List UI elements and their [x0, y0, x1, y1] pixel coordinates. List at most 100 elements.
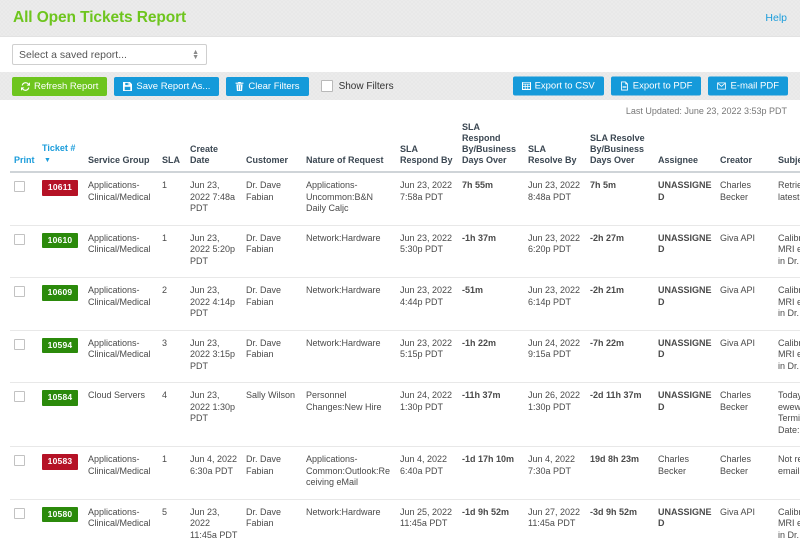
table-row[interactable]: 10583Applications-Clinical/Medical1Jun 4…: [10, 447, 800, 500]
column-header-create-date[interactable]: Create Date: [186, 122, 242, 172]
sla-resolve-days-over-cell: -2h 27m: [586, 225, 654, 278]
column-header-assignee[interactable]: Assignee: [654, 122, 716, 172]
print-checkbox[interactable]: [14, 455, 25, 466]
sla-resolve-by-cell: Jun 23, 2022 6:14p PDT: [524, 278, 586, 331]
trash-icon: [235, 82, 244, 91]
ticket-number-cell: 10580: [38, 499, 84, 544]
show-filters-group[interactable]: Show Filters: [321, 80, 394, 92]
column-header-sla-resolve-business-days-over[interactable]: SLA Resolve By/Business Days Over: [586, 122, 654, 172]
saved-report-value: Select a saved report...: [19, 49, 127, 61]
sla-resolve-by-cell: Jun 27, 2022 11:45a PDT: [524, 499, 586, 544]
clear-filters-label: Clear Filters: [248, 81, 299, 92]
column-header-sla-respond-by[interactable]: SLA Respond By: [396, 122, 458, 172]
table-body: 10611Applications-Clinical/Medical1Jun 2…: [10, 172, 800, 544]
export-to-csv-label: Export to CSV: [535, 81, 595, 92]
assignee-cell: UNASSIGNED: [654, 330, 716, 383]
create-date-cell: Jun 23, 2022 11:45a PDT: [186, 499, 242, 544]
create-date-cell: Jun 23, 2022 4:14p PDT: [186, 278, 242, 331]
spinner-arrows-icon[interactable]: ▲▼: [192, 50, 199, 60]
report-toolbar: Refresh Report Save Report As... Clear F…: [0, 72, 800, 100]
column-header-ticket-number[interactable]: Ticket # ▼: [38, 122, 84, 172]
table-header: Print Ticket # ▼ Service Group SLA Create…: [10, 122, 800, 172]
customer-cell: Dr. Dave Fabian: [242, 499, 302, 544]
sla-resolve-by-cell: Jun 23, 2022 8:48a PDT: [524, 172, 586, 225]
subject-cell: Calibrate the MRI equipment in Dr. Fabia…: [774, 499, 800, 544]
customer-cell: Dr. Dave Fabian: [242, 225, 302, 278]
column-header-customer[interactable]: Customer: [242, 122, 302, 172]
subject-cell: Today's Date: ewew Hire or Termination D…: [774, 383, 800, 447]
table-row[interactable]: 10580Applications-Clinical/Medical5Jun 2…: [10, 499, 800, 544]
saved-report-select[interactable]: Select a saved report... ▲▼: [12, 44, 207, 65]
ticket-number-badge[interactable]: 10584: [42, 390, 78, 406]
sla-resolve-days-over-cell: -7h 22m: [586, 330, 654, 383]
show-filters-checkbox[interactable]: [321, 80, 333, 92]
service-group-cell: Applications-Clinical/Medical: [84, 172, 158, 225]
app-header: All Open Tickets Report Help: [0, 0, 800, 37]
print-cell: [10, 383, 38, 447]
sla-resolve-days-over-cell: -2h 21m: [586, 278, 654, 331]
print-checkbox[interactable]: [14, 181, 25, 192]
sort-desc-icon[interactable]: ▼: [44, 155, 51, 166]
service-group-cell: Applications-Clinical/Medical: [84, 225, 158, 278]
email-pdf-button[interactable]: E-mail PDF: [708, 77, 788, 96]
subject-cell: Not receiving emails: [774, 447, 800, 500]
sla-cell: 1: [158, 447, 186, 500]
service-group-cell: Applications-Clinical/Medical: [84, 330, 158, 383]
ticket-number-badge[interactable]: 10610: [42, 233, 78, 249]
page-title: All Open Tickets Report: [13, 9, 186, 27]
column-header-creator[interactable]: Creator: [716, 122, 774, 172]
create-date-cell: Jun 4, 2022 6:30a PDT: [186, 447, 242, 500]
table-row[interactable]: 10611Applications-Clinical/Medical1Jun 2…: [10, 172, 800, 225]
print-checkbox[interactable]: [14, 234, 25, 245]
table-row[interactable]: 10584Cloud Servers4Jun 23, 2022 1:30p PD…: [10, 383, 800, 447]
sla-respond-days-over-cell: -1h 22m: [458, 330, 524, 383]
table-row[interactable]: 10609Applications-Clinical/Medical2Jun 2…: [10, 278, 800, 331]
customer-cell: Dr. Dave Fabian: [242, 172, 302, 225]
ticket-number-cell: 10584: [38, 383, 84, 447]
help-link[interactable]: Help: [765, 12, 787, 24]
save-report-as-button[interactable]: Save Report As...: [114, 77, 219, 96]
refresh-report-button[interactable]: Refresh Report: [12, 77, 107, 96]
column-header-nature-of-request[interactable]: Nature of Request: [302, 122, 396, 172]
print-checkbox[interactable]: [14, 391, 25, 402]
create-date-cell: Jun 23, 2022 7:48a PDT: [186, 172, 242, 225]
ticket-number-badge[interactable]: 10580: [42, 507, 78, 523]
column-header-print[interactable]: Print: [10, 122, 38, 172]
ticket-number-badge[interactable]: 10609: [42, 285, 78, 301]
export-to-pdf-label: Export to PDF: [633, 81, 693, 92]
pdf-document-icon: [620, 82, 629, 91]
column-header-ticket-number-label: Ticket #: [42, 143, 75, 153]
column-header-service-group[interactable]: Service Group: [84, 122, 158, 172]
refresh-icon: [21, 82, 30, 91]
refresh-report-label: Refresh Report: [34, 81, 98, 92]
customer-cell: Dr. Dave Fabian: [242, 330, 302, 383]
ticket-number-badge[interactable]: 10583: [42, 454, 78, 470]
export-to-csv-button[interactable]: Export to CSV: [513, 77, 604, 96]
customer-cell: Sally Wilson: [242, 383, 302, 447]
column-header-subject[interactable]: Subject: [774, 122, 800, 172]
service-group-cell: Applications-Clinical/Medical: [84, 499, 158, 544]
ticket-number-badge[interactable]: 10611: [42, 180, 78, 196]
assignee-cell: UNASSIGNED: [654, 383, 716, 447]
creator-cell: Charles Becker: [716, 172, 774, 225]
nature-of-request-cell: Network:Hardware: [302, 499, 396, 544]
sla-respond-by-cell: Jun 23, 2022 7:58a PDT: [396, 172, 458, 225]
column-header-sla-respond-business-days-over[interactable]: SLA Respond By/Business Days Over: [458, 122, 524, 172]
assignee-cell: UNASSIGNED: [654, 225, 716, 278]
print-checkbox[interactable]: [14, 339, 25, 350]
clear-filters-button[interactable]: Clear Filters: [226, 77, 308, 96]
sla-respond-days-over-cell: -1d 9h 52m: [458, 499, 524, 544]
creator-cell: Giva API: [716, 499, 774, 544]
print-checkbox[interactable]: [14, 508, 25, 519]
export-to-pdf-button[interactable]: Export to PDF: [611, 77, 702, 96]
ticket-number-cell: 10611: [38, 172, 84, 225]
print-checkbox[interactable]: [14, 286, 25, 297]
table-row[interactable]: 10594Applications-Clinical/Medical3Jun 2…: [10, 330, 800, 383]
table-row[interactable]: 10610Applications-Clinical/Medical1Jun 2…: [10, 225, 800, 278]
ticket-number-badge[interactable]: 10594: [42, 338, 78, 354]
nature-of-request-cell: Network:Hardware: [302, 225, 396, 278]
column-header-sla[interactable]: SLA: [158, 122, 186, 172]
sla-resolve-days-over-cell: -3d 9h 52m: [586, 499, 654, 544]
ticket-number-cell: 10583: [38, 447, 84, 500]
column-header-sla-resolve-by[interactable]: SLA Resolve By: [524, 122, 586, 172]
